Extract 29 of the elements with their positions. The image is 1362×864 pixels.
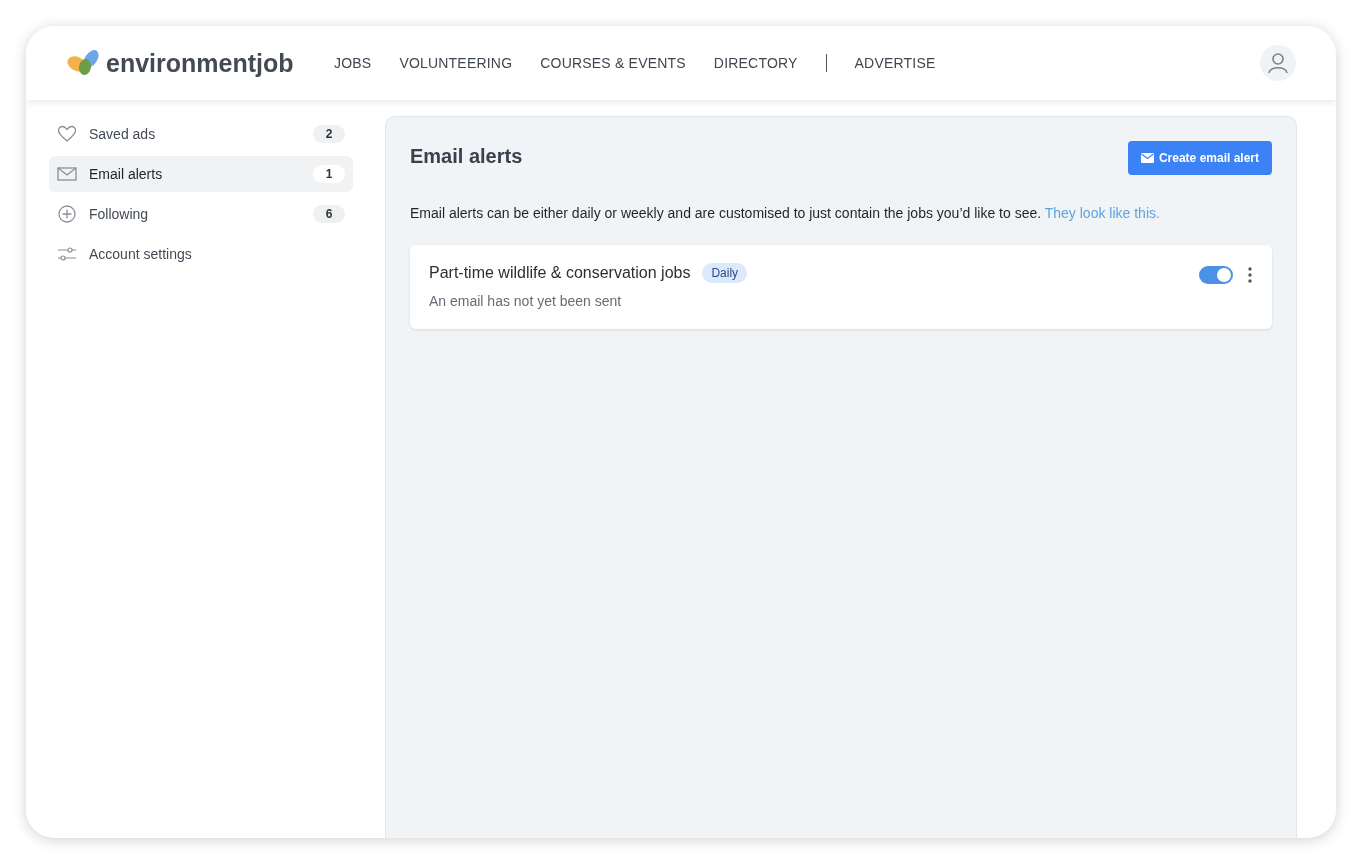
nav-link[interactable]: COURSES & EVENTS xyxy=(540,55,686,71)
sidebar-item[interactable]: Account settings xyxy=(49,236,353,272)
logo-text[interactable]: environmentjob xyxy=(106,48,294,78)
envelope-icon xyxy=(57,164,77,184)
sidebar-item[interactable]: Saved ads 2 xyxy=(49,116,353,152)
frequency-tag: Daily xyxy=(702,263,748,283)
nav-link[interactable]: DIRECTORY xyxy=(713,55,798,71)
nav-link[interactable]: ADVERTISE xyxy=(854,55,936,71)
create-email-alert-button[interactable]: Create email alert xyxy=(1127,141,1272,175)
user-icon xyxy=(1267,52,1289,74)
count-badge: 2 xyxy=(313,125,345,143)
alert-title: Part-time wildlife & conservation jobs xyxy=(429,264,691,282)
toggle-switch[interactable] xyxy=(1199,266,1233,284)
sidebar-item[interactable]: Email alerts 1 xyxy=(49,156,353,192)
plus-circle-icon xyxy=(57,204,77,224)
page-title: Email alerts xyxy=(410,145,523,168)
envelope-icon xyxy=(1140,153,1154,163)
logo-icon xyxy=(66,48,102,78)
sliders-icon xyxy=(57,244,77,264)
count-badge: 6 xyxy=(313,205,345,223)
nav-link[interactable]: JOBS xyxy=(334,55,372,71)
heart-icon xyxy=(57,124,77,144)
account-button[interactable] xyxy=(1260,45,1296,81)
intro-text: Email alerts can be either daily or weekly and are customised to just contain the jobs you’d like to see. They look like this. xyxy=(410,205,1161,221)
more-icon[interactable] xyxy=(1247,266,1253,284)
alert-status: An email has not yet been sent xyxy=(429,293,623,309)
nav-link[interactable]: VOLUNTEERING xyxy=(399,55,513,71)
sidebar-item[interactable]: Following 6 xyxy=(49,196,353,232)
count-badge: 1 xyxy=(313,165,345,183)
